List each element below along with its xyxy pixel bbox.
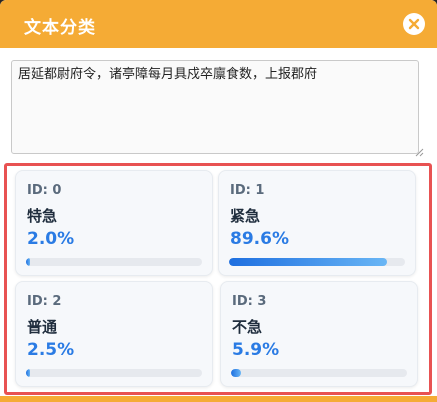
result-progress-track — [26, 369, 202, 377]
resize-grip-icon[interactable] — [414, 147, 424, 157]
result-id: ID: 1 — [230, 183, 265, 198]
result-label: 特急 — [27, 207, 58, 225]
result-percent: 89.6% — [230, 229, 289, 249]
result-percent: 2.0% — [27, 229, 75, 249]
close-icon — [408, 18, 420, 30]
text-classification-dialog: 文本分类 ID: 0 特急 2.0% ID: 1 紧急 89.6% — [0, 0, 437, 402]
result-progress-track — [26, 258, 202, 266]
result-card-0[interactable]: ID: 0 特急 2.0% — [15, 170, 213, 276]
result-label: 不急 — [232, 318, 263, 336]
bottom-accent-strip — [0, 396, 437, 402]
result-card-3[interactable]: ID: 3 不急 5.9% — [220, 281, 418, 387]
result-progress-track — [229, 258, 405, 266]
result-card-2[interactable]: ID: 2 普通 2.5% — [15, 281, 213, 387]
dialog-header: 文本分类 — [0, 0, 437, 48]
result-id: ID: 0 — [27, 183, 62, 198]
result-percent: 2.5% — [27, 340, 75, 360]
result-progress-track — [231, 369, 407, 377]
result-id: ID: 2 — [27, 294, 62, 309]
result-progress-fill — [231, 369, 242, 377]
result-label: 普通 — [27, 318, 58, 336]
result-progress-fill — [229, 258, 387, 266]
result-progress-fill — [26, 369, 31, 377]
dialog-title: 文本分类 — [24, 18, 96, 38]
classification-results-panel: ID: 0 特急 2.0% ID: 1 紧急 89.6% ID: 2 普通 2.… — [4, 163, 432, 395]
result-label: 紧急 — [230, 207, 261, 225]
result-percent: 5.9% — [232, 340, 280, 360]
result-progress-fill — [26, 258, 30, 266]
result-card-1[interactable]: ID: 1 紧急 89.6% — [218, 170, 416, 276]
text-input[interactable] — [11, 60, 419, 154]
result-id: ID: 3 — [232, 294, 267, 309]
close-button[interactable] — [403, 13, 425, 35]
